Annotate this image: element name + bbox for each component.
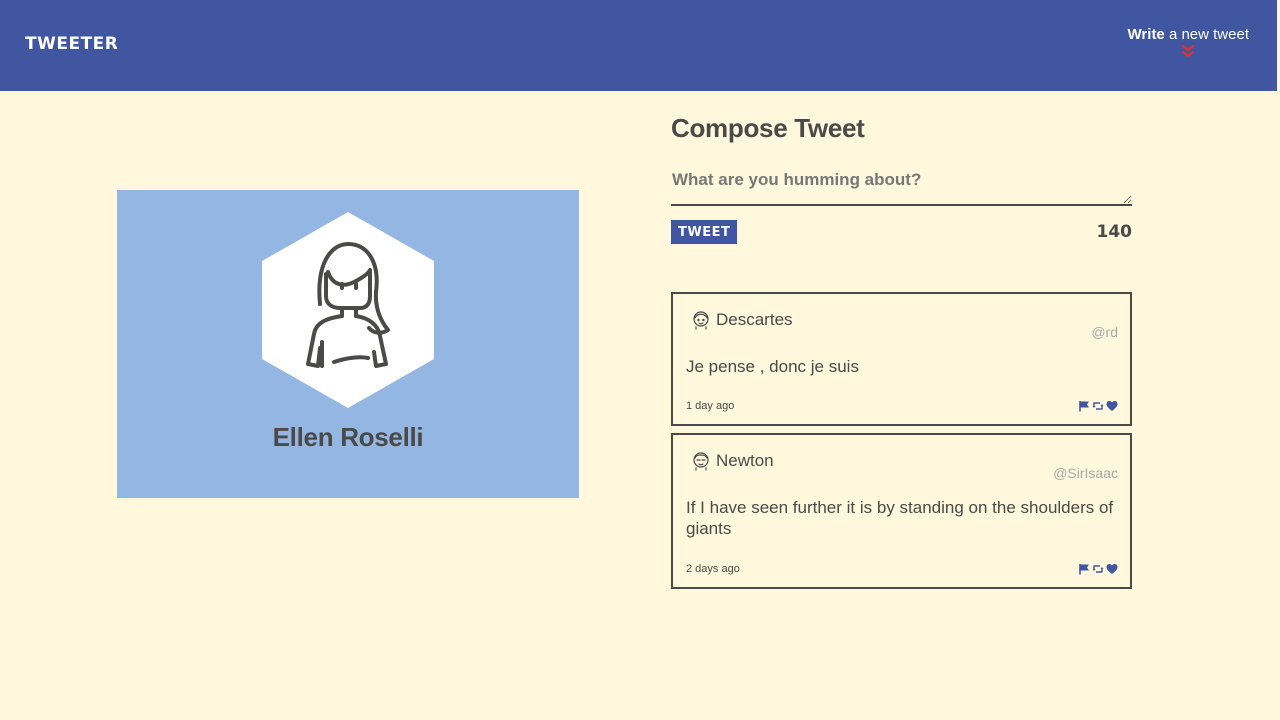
profile-card: Ellen Roselli	[117, 190, 579, 498]
tweet-author: Descartes	[692, 310, 793, 330]
tweet-timestamp: 1 day ago	[686, 400, 735, 412]
tweet-content: Je pense , donc je suis	[686, 357, 859, 376]
tweet-author-name: Descartes	[716, 310, 793, 329]
write-new-tweet-button[interactable]: Write a new tweet	[1128, 26, 1249, 58]
tweet-footer: 1 day ago	[686, 400, 1118, 412]
new-tweet-label: a new tweet	[1164, 25, 1249, 43]
logo[interactable]: TWEETER	[25, 34, 118, 54]
double-chevron-down-icon[interactable]	[1181, 44, 1195, 58]
tweet-handle: @SirIsaac	[1053, 465, 1118, 481]
heart-icon[interactable]	[1106, 563, 1118, 575]
tweet-handle: @rd	[1091, 324, 1118, 340]
tweet-header: Descartes @rd	[673, 294, 1130, 356]
retweet-icon[interactable]	[1092, 400, 1104, 412]
profile-name: Ellen Roselli	[272, 422, 424, 452]
top-navigation: TWEETER Write a new tweet	[0, 0, 1277, 91]
tweet-card: Newton @SirIsaac If I have seen further …	[671, 433, 1132, 589]
flag-icon[interactable]	[1078, 563, 1090, 575]
tweet-actions	[1078, 400, 1118, 412]
tweet-button[interactable]: TWEET	[671, 220, 738, 244]
tweet-actions	[1078, 563, 1118, 575]
tweet-content: If I have seen further it is by standing…	[686, 498, 1114, 538]
tweet-textarea[interactable]	[671, 162, 1132, 206]
character-counter: 140	[1096, 222, 1133, 242]
compose-actions: TWEET 140	[671, 220, 1132, 244]
tweet-author: Newton	[692, 451, 774, 471]
compose-title: Compose Tweet	[671, 113, 865, 143]
avatar-icon	[693, 311, 709, 330]
write-label: Write	[1127, 25, 1165, 43]
heart-icon[interactable]	[1106, 400, 1118, 412]
tweet-timestamp: 2 days ago	[686, 563, 740, 575]
avatar-icon	[693, 452, 709, 471]
user-avatar-icon	[262, 212, 434, 408]
retweet-icon[interactable]	[1092, 563, 1104, 575]
flag-icon[interactable]	[1078, 400, 1090, 412]
write-new-tweet-label: Write a new tweet	[1128, 26, 1249, 43]
tweet-author-name: Newton	[716, 451, 774, 470]
tweet-card: Descartes @rd Je pense , donc je suis 1 …	[671, 292, 1132, 426]
tweet-header: Newton @SirIsaac	[673, 435, 1130, 497]
compose-section: Compose Tweet TWEET 140	[671, 113, 1132, 244]
tweet-footer: 2 days ago	[686, 563, 1118, 575]
